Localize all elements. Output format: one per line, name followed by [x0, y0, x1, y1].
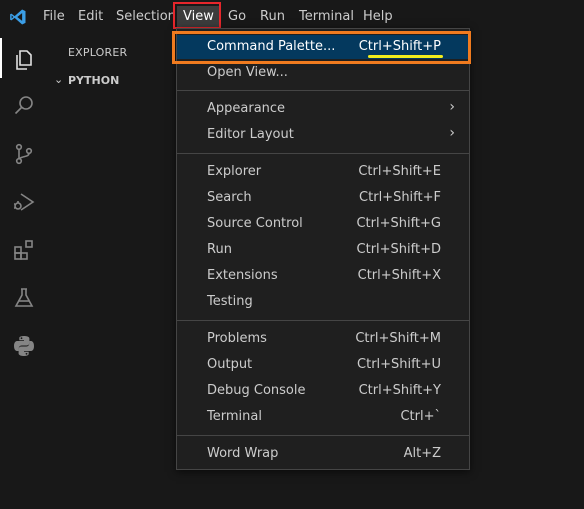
- run-debug-icon[interactable]: [12, 190, 36, 214]
- menu-item-label: Testing: [207, 294, 253, 309]
- python-icon[interactable]: [12, 334, 36, 358]
- menu-item-label: Appearance: [207, 101, 286, 116]
- menu-item-label: Explorer: [207, 164, 262, 179]
- menu-item-label: Editor Layout: [207, 127, 294, 142]
- menu-run[interactable]: Run: [260, 9, 285, 25]
- menu-item-label: Open View...: [207, 65, 288, 80]
- source-control-icon[interactable]: [12, 142, 36, 166]
- view-menu-highlight-box: [173, 2, 221, 29]
- chevron-right-icon: ›: [449, 99, 455, 115]
- menu-item-shortcut: Ctrl+Shift+X: [357, 268, 441, 283]
- menu-separator: [177, 320, 469, 321]
- menu-item-label: Run: [207, 242, 232, 257]
- menu-selection[interactable]: Selection: [116, 9, 176, 25]
- menu-item-run[interactable]: Run Ctrl+Shift+D: [177, 238, 471, 262]
- menu-item-source-control[interactable]: Source Control Ctrl+Shift+G: [177, 212, 471, 236]
- menu-item-appearance[interactable]: Appearance ›: [177, 97, 471, 121]
- shortcut-underline: [368, 55, 443, 58]
- menu-item-extensions[interactable]: Extensions Ctrl+Shift+X: [177, 264, 471, 288]
- menu-item-shortcut: Ctrl+Shift+D: [356, 242, 441, 257]
- menu-item-shortcut: Ctrl+Shift+M: [355, 331, 441, 346]
- search-icon[interactable]: [12, 94, 36, 118]
- view-menu-dropdown: Command Palette... Ctrl+Shift+P Open Vie…: [176, 28, 471, 470]
- menu-item-label: Source Control: [207, 216, 303, 231]
- menu-item-shortcut: Ctrl+Shift+E: [358, 164, 441, 179]
- command-palette-highlight-box: [172, 31, 471, 64]
- chevron-down-icon: ⌄: [54, 73, 64, 86]
- menu-item-explorer[interactable]: Explorer Ctrl+Shift+E: [177, 160, 471, 184]
- menu-item-debug-console[interactable]: Debug Console Ctrl+Shift+Y: [177, 379, 471, 403]
- menu-item-shortcut: Ctrl+Shift+U: [357, 357, 441, 372]
- menu-item-terminal[interactable]: Terminal Ctrl+`: [177, 405, 471, 429]
- menu-separator: [177, 435, 469, 436]
- menu-item-open-view[interactable]: Open View...: [177, 61, 471, 85]
- menu-item-output[interactable]: Output Ctrl+Shift+U: [177, 353, 471, 377]
- chevron-right-icon: ›: [449, 125, 455, 141]
- menu-item-problems[interactable]: Problems Ctrl+Shift+M: [177, 327, 471, 351]
- activity-bar: [0, 34, 48, 509]
- menu-item-shortcut: Ctrl+Shift+Y: [358, 383, 441, 398]
- testing-icon[interactable]: [12, 286, 36, 310]
- extensions-icon[interactable]: [12, 238, 36, 262]
- menu-item-shortcut: Ctrl+`: [400, 409, 441, 424]
- explorer-icon[interactable]: [12, 48, 36, 72]
- menu-file[interactable]: File: [43, 9, 65, 25]
- menu-separator: [177, 153, 469, 154]
- menu-terminal[interactable]: Terminal: [299, 9, 354, 25]
- menu-edit[interactable]: Edit: [78, 9, 103, 25]
- menu-item-shortcut: Ctrl+Shift+G: [356, 216, 441, 231]
- menu-item-label: Word Wrap: [207, 446, 279, 461]
- menu-item-label: Extensions: [207, 268, 278, 283]
- menu-separator: [177, 90, 469, 91]
- menu-go[interactable]: Go: [228, 9, 246, 25]
- menu-item-shortcut: Ctrl+Shift+F: [359, 190, 441, 205]
- menu-help[interactable]: Help: [363, 9, 393, 25]
- folder-label: PYTHON: [68, 74, 120, 87]
- vscode-logo-icon[interactable]: [9, 8, 27, 26]
- menu-item-label: Debug Console: [207, 383, 306, 398]
- menu-item-search[interactable]: Search Ctrl+Shift+F: [177, 186, 471, 210]
- menu-item-label: Terminal: [207, 409, 262, 424]
- menu-item-label: Output: [207, 357, 253, 372]
- menu-item-shortcut: Alt+Z: [403, 446, 441, 461]
- menu-item-testing[interactable]: Testing: [177, 290, 471, 314]
- explorer-title: EXPLORER: [68, 46, 128, 59]
- active-indicator: [0, 38, 2, 78]
- menu-item-editor-layout[interactable]: Editor Layout ›: [177, 123, 471, 147]
- menu-item-word-wrap[interactable]: Word Wrap Alt+Z: [177, 442, 471, 466]
- menu-item-label: Problems: [207, 331, 267, 346]
- menu-item-label: Search: [207, 190, 252, 205]
